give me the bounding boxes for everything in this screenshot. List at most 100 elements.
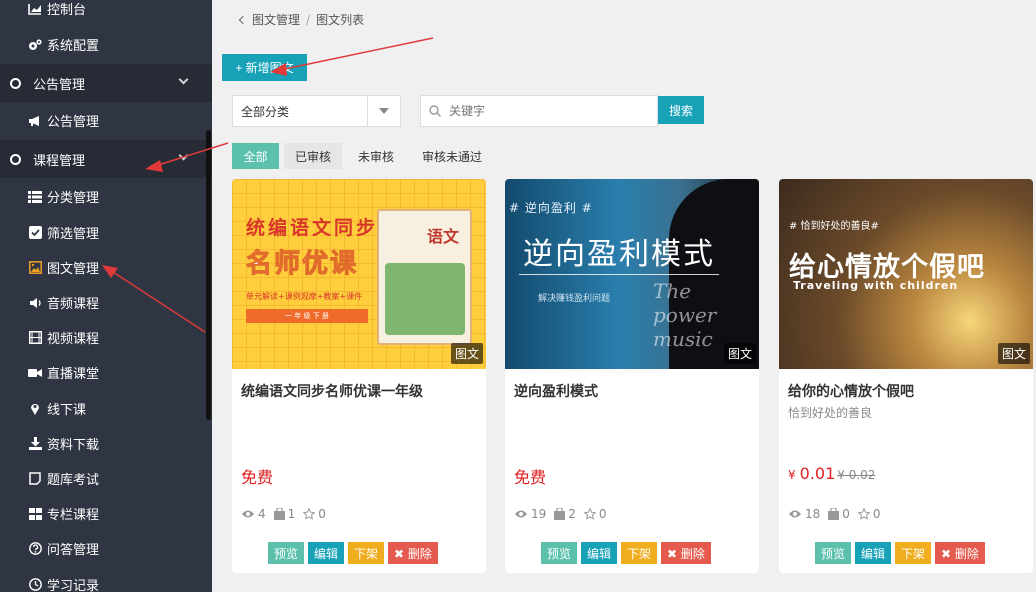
course-cover-image[interactable]: # 逆向盈利 # 逆向盈利模式 解决赚钱盈利问题 The power music… [505, 179, 759, 369]
lesson-count: 0 [842, 507, 850, 521]
tab-rejected[interactable]: 审核未通过 [412, 143, 492, 169]
cover-text: # 逆向盈利 # [509, 201, 593, 215]
type-badge: 图文 [450, 343, 483, 364]
category-select[interactable]: 全部分类 [232, 95, 401, 127]
checkbox-icon [28, 226, 42, 240]
map-pin-icon [28, 402, 42, 416]
course-card: 统编语文同步 名师优课 单元解读+课例观摩+教案+课件 一 年 级 下 册 语文… [232, 179, 486, 573]
type-badge: 图文 [723, 343, 756, 364]
sidebar-scrollbar[interactable] [206, 130, 211, 420]
cover-text: 一 年 级 下 册 [246, 309, 368, 323]
sidebar-item-filter[interactable]: 筛选管理 [0, 215, 212, 250]
sidebar-item-audio[interactable]: 音频课程 [0, 285, 212, 320]
cover-text: 解决赚钱盈利问题 [538, 294, 611, 304]
note-icon [28, 472, 42, 486]
off-shelf-button[interactable]: 下架 [895, 542, 932, 564]
star-icon [583, 508, 596, 520]
sidebar-item-announcement[interactable]: 公告管理 [0, 103, 212, 138]
lesson-count: 2 [568, 507, 576, 521]
sidebar-item-qa[interactable]: 问答管理 [0, 531, 212, 566]
dropdown-arrow-icon[interactable] [367, 96, 400, 126]
sidebar-item-offline[interactable]: 线下课 [0, 391, 212, 426]
chevron-down-icon [178, 150, 189, 161]
sidebar-item-label: 学习记录 [47, 579, 100, 592]
sidebar-item-label: 视频课程 [47, 332, 100, 347]
sidebar-item-label: 系统配置 [47, 39, 100, 54]
delete-button[interactable]: ✖ 删除 [388, 542, 438, 564]
sidebar-item-download[interactable]: 资料下载 [0, 426, 212, 461]
card-actions: 预览 编辑 下架 ✖ 删除 [268, 542, 438, 564]
course-title[interactable]: 给你的心情放个假吧 [788, 381, 914, 401]
briefcase-icon [554, 508, 566, 520]
search-field[interactable] [420, 95, 658, 127]
view-count: 4 [258, 507, 266, 521]
chevron-down-icon [178, 74, 189, 85]
tab-pending[interactable]: 未审核 [349, 143, 403, 169]
book-title: 语文 [427, 227, 460, 246]
cover-text: Traveling with children [793, 279, 959, 292]
course-cover-image[interactable]: # 恰到好处的善良# 给心情放个假吧 Traveling with childr… [779, 179, 1033, 369]
cover-text: 单元解读+课例观摩+教案+课件 [246, 292, 363, 301]
edit-button[interactable]: 编辑 [581, 542, 618, 564]
sidebar-item-label: 题库考试 [47, 473, 100, 488]
course-price: ¥0.01 ¥ 0.02 [788, 464, 875, 483]
sidebar-group-announcement[interactable]: 公告管理 [0, 64, 212, 102]
sidebar-item-category[interactable]: 分类管理 [0, 179, 212, 214]
sidebar-item-exam[interactable]: 题库考试 [0, 461, 212, 496]
course-title[interactable]: 逆向盈利模式 [514, 381, 598, 401]
course-title[interactable]: 统编语文同步名师优课一年级 [241, 381, 423, 401]
edit-button[interactable]: 编辑 [855, 542, 892, 564]
sidebar-group-course[interactable]: 课程管理 [0, 140, 212, 178]
card-actions: 预览 编辑 下架 ✖ 删除 [541, 542, 711, 564]
tab-approved[interactable]: 已审核 [284, 143, 342, 169]
sidebar-item-column[interactable]: 专栏课程 [0, 496, 212, 531]
sidebar-item-video[interactable]: 视频课程 [0, 320, 212, 355]
sidebar-item-system-config[interactable]: 系统配置 [0, 27, 212, 62]
sidebar-item-label: 分类管理 [47, 191, 100, 206]
off-shelf-button[interactable]: 下架 [621, 542, 658, 564]
price-value: 免费 [241, 468, 274, 487]
preview-button[interactable]: 预览 [815, 542, 852, 564]
video-camera-icon [28, 366, 42, 380]
type-badge: 图文 [997, 343, 1030, 364]
off-shelf-button[interactable]: 下架 [348, 542, 385, 564]
star-count: 0 [872, 507, 881, 521]
edit-button[interactable]: 编辑 [308, 542, 345, 564]
sidebar-item-label: 音频课程 [47, 297, 100, 312]
sidebar-item-label: 专栏课程 [47, 508, 100, 523]
search-icon [429, 105, 441, 117]
speaker-icon [28, 296, 42, 310]
delete-button[interactable]: ✖ 删除 [935, 542, 985, 564]
sidebar-item-label: 图文管理 [47, 262, 100, 277]
sidebar-item-image-text[interactable]: 图文管理 [0, 250, 212, 285]
course-price: 免费 [241, 464, 273, 488]
sidebar-item-label: 问答管理 [47, 543, 100, 558]
course-stats: 18 0 0 [788, 507, 889, 521]
course-card: # 恰到好处的善良# 给心情放个假吧 Traveling with childr… [779, 179, 1033, 573]
tab-all[interactable]: 全部 [232, 143, 279, 169]
sidebar-item-dashboard[interactable]: 控制台 [0, 0, 212, 26]
course-stats: 19 2 0 [514, 507, 615, 521]
preview-button[interactable]: 预览 [541, 542, 578, 564]
breadcrumb-parent[interactable]: 图文管理 [252, 11, 300, 28]
sidebar-item-live[interactable]: 直播课堂 [0, 355, 212, 390]
star-count: 0 [598, 507, 607, 521]
cover-text: The power music [653, 279, 717, 351]
course-cover-image[interactable]: 统编语文同步 名师优课 单元解读+课例观摩+教案+课件 一 年 级 下 册 语文… [232, 179, 486, 369]
download-icon [28, 437, 42, 451]
view-count: 18 [805, 507, 821, 521]
preview-button[interactable]: 预览 [268, 542, 305, 564]
add-image-text-button[interactable]: + 新增图文 [222, 54, 307, 81]
search-input[interactable] [449, 104, 649, 118]
chart-icon [28, 2, 42, 16]
star-count: 0 [318, 507, 326, 521]
chevron-left-icon[interactable] [238, 15, 248, 24]
delete-button[interactable]: ✖ 删除 [661, 542, 711, 564]
sidebar-item-learning-record[interactable]: 学习记录 [0, 567, 212, 592]
gears-icon [28, 38, 42, 52]
breadcrumb-current: 图文列表 [316, 13, 365, 27]
image-icon [28, 261, 42, 275]
star-icon [857, 508, 870, 520]
cover-text: 统编语文同步 [246, 217, 379, 239]
search-button[interactable]: 搜索 [658, 96, 704, 124]
